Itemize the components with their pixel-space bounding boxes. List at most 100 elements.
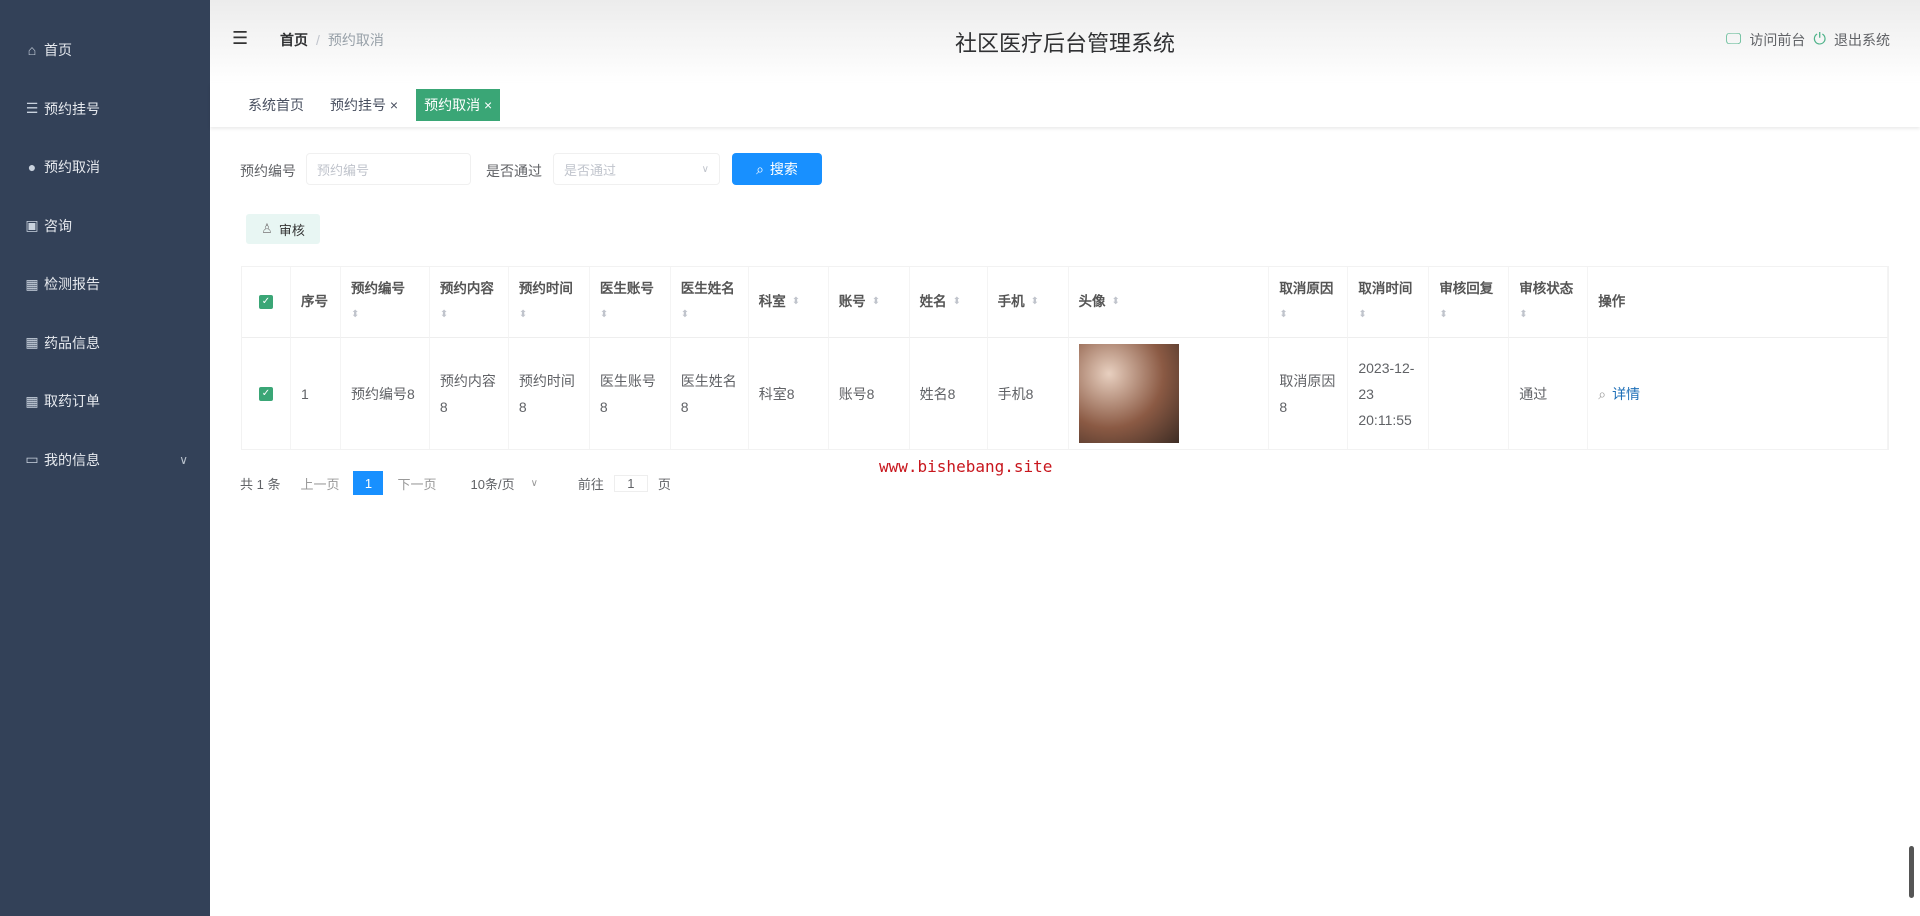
column-header: 序号	[290, 267, 341, 338]
visit-front-link[interactable]: 访问前台	[1749, 30, 1805, 50]
column-header-label: 医生账号	[599, 281, 654, 296]
scrollbar[interactable]	[1909, 846, 1914, 898]
detail-button[interactable]: ⌕ 详情	[1598, 381, 1640, 407]
audit-label: 审核	[278, 222, 305, 238]
cell-text: 2023-12-23 20:11:55	[1358, 359, 1415, 428]
header: ☰ 首页 / 预约取消 社区医疗后台管理系统 🖵 访问前台 ⏻ 退出系统	[210, 0, 1920, 83]
cell-text: 科室8	[758, 385, 795, 402]
sidebar-item-4[interactable]: ▦ 检测报告	[0, 255, 210, 313]
column-header: 医生姓名 ⬍	[670, 267, 749, 338]
sort-icon[interactable]: ⬍	[681, 302, 738, 328]
page-size-select[interactable]: 10条/页	[471, 474, 515, 493]
sort-icon[interactable]: ⬍	[872, 289, 880, 315]
cell-text: 1	[300, 385, 309, 402]
table-cell: 预约时间8	[509, 338, 590, 449]
sidebar-item-label: 取药订单	[44, 393, 100, 409]
monitor-icon: 🖵	[1725, 31, 1742, 48]
column-header-label: 账号	[838, 294, 866, 309]
detail-label: 详情	[1612, 385, 1641, 402]
column-header-label: 科室	[758, 294, 786, 309]
passed-select-placeholder: 是否通过	[564, 162, 617, 178]
table-icon: ▦	[25, 392, 39, 409]
user-icon: ♙	[261, 221, 273, 236]
sort-icon[interactable]: ⬍	[351, 302, 419, 328]
prev-page[interactable]: 上一页	[300, 474, 339, 493]
sidebar-item-0[interactable]: ⌂ 首页	[0, 21, 210, 79]
column-header-label: 取消时间	[1358, 281, 1413, 296]
column-header-label: 预约编号	[350, 281, 405, 296]
column-header: 预约时间 ⬍	[508, 267, 590, 338]
column-header-label: 姓名	[919, 294, 947, 309]
table-header: ✓ 序号 预约编号 ⬍ 预约内容 ⬍ 预约时间 ⬍ 医生账号 ⬍ 医生姓名 ⬍ 科室 ⬍ 账号 ⬍ 姓名 ⬍ 手机 ⬍…	[242, 267, 1888, 338]
select-all-checkbox[interactable]: ✓	[258, 295, 273, 309]
sort-icon[interactable]: ⬍	[600, 302, 660, 328]
sidebar-item-2[interactable]: ● 预约取消	[0, 138, 210, 196]
sort-icon[interactable]: ⬍	[1031, 289, 1039, 315]
column-header-label: 审核回复	[1439, 281, 1494, 296]
passed-select[interactable]: 是否通过 ∨	[553, 153, 720, 185]
next-page[interactable]: 下一页	[397, 474, 436, 493]
grid-icon: ▦	[25, 334, 39, 350]
column-header: 手机 ⬍	[987, 267, 1069, 338]
column-header-label: 医生姓名	[680, 281, 735, 296]
logout-link[interactable]: 退出系统	[1834, 30, 1890, 50]
sort-icon[interactable]: ⬍	[1519, 302, 1577, 328]
sidebar-item-6[interactable]: ▦ 取药订单	[0, 372, 210, 430]
sort-icon[interactable]: ⬍	[953, 289, 961, 315]
column-header: 姓名 ⬍	[909, 267, 988, 338]
sidebar-item-label: 检测报告	[44, 276, 100, 292]
search-icon: ⌕	[756, 160, 764, 177]
goto-input[interactable]: 1	[613, 474, 648, 492]
table-cell: 预约内容8	[430, 338, 509, 449]
table-cell: 医生姓名8	[671, 338, 749, 449]
cell-text: 预约编号8	[350, 385, 415, 402]
clipboard-icon: ▣	[25, 217, 39, 233]
row-checkbox[interactable]: ✓	[258, 386, 273, 401]
table-cell	[1429, 338, 1510, 449]
audit-button[interactable]: ♙ 审核	[246, 214, 320, 244]
page-1[interactable]: 1	[353, 471, 384, 495]
cell-text: 预约内容8	[439, 372, 496, 415]
row-select-cell: ✓	[242, 338, 291, 449]
search-button[interactable]: ⌕ 搜索	[732, 153, 822, 185]
page-unit: 页	[657, 476, 671, 492]
cell-text: 医生姓名8	[680, 372, 737, 415]
sidebar-item-1[interactable]: ☰ 预约挂号	[0, 80, 210, 138]
sort-icon[interactable]: ⬍	[519, 302, 579, 328]
table-cell	[1069, 338, 1270, 449]
column-header-label: 预约时间	[518, 281, 573, 296]
cell-text: 医生账号8	[599, 372, 656, 415]
sidebar-item-7[interactable]: ▭ 我的信息 ∨	[0, 431, 210, 489]
column-header: 预约内容 ⬍	[429, 267, 509, 338]
table-cell: 手机8	[988, 338, 1069, 449]
sort-icon[interactable]: ⬍	[1439, 302, 1498, 328]
card-icon: ▭	[25, 451, 39, 467]
sort-icon[interactable]: ⬍	[1279, 302, 1337, 328]
sort-icon[interactable]: ⬍	[1358, 302, 1418, 328]
sidebar-item-label: 药品信息	[44, 334, 100, 351]
column-header-label: 预约内容	[439, 281, 494, 296]
column-header: 取消原因 ⬍	[1269, 267, 1349, 338]
appointment-no-input[interactable]: 预约编号	[306, 153, 471, 185]
table-row: ✓ 1 预约编号8 预约内容8 预约时间8 医生账号8 医生姓名8 科室8 账号8 姓名8 手机8 取…	[242, 338, 1888, 449]
table-cell: 预约编号8	[341, 338, 430, 449]
watermark: www.bishebang.site	[879, 457, 1053, 476]
sort-icon[interactable]: ⬍	[440, 302, 498, 328]
tab-home[interactable]: 系统首页	[240, 89, 312, 121]
cell-text: 取消原因8	[1279, 372, 1336, 415]
list-icon: ☰	[25, 100, 39, 116]
sidebar-item-5[interactable]: ▦ 药品信息	[0, 314, 210, 372]
sort-icon[interactable]: ⬍	[1112, 289, 1120, 315]
column-header: 预约编号 ⬍	[340, 267, 430, 338]
sidebar-item-3[interactable]: ▣ 咨询	[0, 197, 210, 255]
column-header: 操作	[1588, 267, 1888, 338]
cell-text: 手机8	[997, 385, 1034, 402]
tab-appointment[interactable]: 预约挂号 ×	[322, 89, 406, 121]
sort-icon[interactable]: ⬍	[792, 289, 800, 315]
data-table: ✓ 序号 预约编号 ⬍ 预约内容 ⬍ 预约时间 ⬍ 医生账号 ⬍ 医生姓名 ⬍ 科室 ⬍ 账号 ⬍ 姓名 ⬍ 手机 ⬍…	[241, 266, 1889, 450]
search-button-label: 搜索	[769, 161, 798, 177]
column-header-label: 取消原因	[1279, 281, 1334, 296]
tab-cancel[interactable]: 预约取消 ×	[416, 89, 501, 121]
sidebar-item-label: 咨询	[44, 217, 72, 234]
table-cell: 医生账号8	[590, 338, 671, 449]
